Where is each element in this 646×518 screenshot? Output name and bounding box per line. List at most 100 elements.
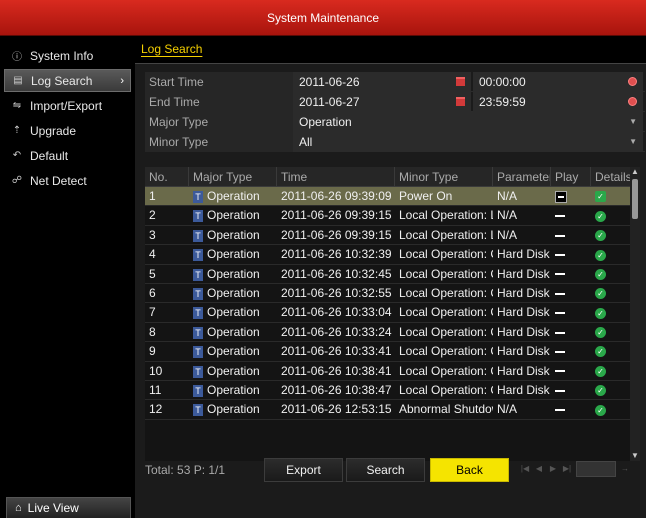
play-cell[interactable]	[551, 265, 591, 283]
tab-log-search[interactable]: Log Search	[141, 42, 202, 56]
details-cell[interactable]: ✓	[591, 226, 631, 244]
sidebar-item-label: Default	[30, 148, 69, 163]
details-cell[interactable]: ✓	[591, 342, 631, 360]
play-cell[interactable]	[551, 400, 591, 418]
play-icon[interactable]	[555, 331, 565, 334]
sidebar-item-upgrade[interactable]: ⇡ Upgrade	[4, 119, 131, 142]
details-cell[interactable]: ✓	[591, 284, 631, 302]
table-row[interactable]: 1 T Operation 2011-06-26 09:39:09 Power On N/…	[145, 187, 640, 207]
start-time-field[interactable]: 00:00:00	[473, 71, 643, 92]
details-icon[interactable]: ✓	[595, 191, 606, 203]
table-row[interactable]: 5 T Operation 2011-06-26 10:32:45 Local Oper…	[145, 265, 640, 284]
live-view-button[interactable]: ⌂ Live View	[6, 497, 131, 518]
play-icon[interactable]	[555, 254, 565, 256]
play-icon[interactable]	[555, 234, 565, 237]
sidebar-item-default[interactable]: ↶ Default	[4, 144, 131, 167]
details-cell[interactable]: ✓	[591, 245, 631, 263]
details-cell[interactable]: ✓	[591, 303, 631, 321]
sidebar-item-system-info[interactable]: ⓘ System Info	[4, 44, 131, 67]
details-cell[interactable]: ✓	[591, 362, 631, 380]
play-cell[interactable]	[551, 323, 591, 341]
play-cell[interactable]	[551, 206, 591, 224]
details-icon[interactable]: ✓	[595, 288, 606, 300]
play-icon[interactable]	[555, 273, 565, 276]
prev-page-icon[interactable]: ◀	[534, 464, 544, 474]
start-date-field[interactable]: 2011-06-26	[293, 71, 471, 92]
play-icon[interactable]	[555, 389, 565, 392]
calendar-icon[interactable]	[456, 76, 465, 86]
column-header-minor-type[interactable]: Minor Type	[395, 167, 493, 186]
table-row[interactable]: 10 T Operation 2011-06-26 10:38:41 Local Ope…	[145, 362, 640, 381]
play-icon[interactable]	[555, 312, 565, 315]
back-button[interactable]: Back	[430, 458, 509, 482]
play-cell[interactable]	[551, 381, 591, 399]
column-header-time[interactable]: Time	[277, 167, 395, 186]
calendar-icon[interactable]	[456, 96, 465, 106]
column-header-details[interactable]: Details	[591, 167, 631, 186]
minor-type-select[interactable]: All ▼	[293, 131, 643, 152]
details-icon[interactable]: ✓	[595, 230, 606, 242]
play-cell[interactable]	[551, 362, 591, 380]
scroll-down-icon[interactable]: ▼	[630, 451, 640, 461]
sidebar-item-import-export[interactable]: ⇋ Import/Export	[4, 94, 131, 117]
details-icon[interactable]: ✓	[595, 268, 606, 280]
scroll-thumb[interactable]	[632, 179, 638, 219]
search-button[interactable]: Search	[346, 458, 425, 482]
play-cell[interactable]	[551, 342, 591, 360]
details-icon[interactable]: ✓	[595, 404, 606, 416]
search-form: Start Time 2011-06-26 00:00:00 End Time …	[145, 71, 645, 152]
table-row[interactable]: 3 T Operation 2011-06-26 09:39:15 Local Oper…	[145, 226, 640, 246]
last-page-icon[interactable]: ▶|	[562, 464, 572, 474]
details-icon[interactable]: ✓	[595, 307, 606, 319]
end-time-field[interactable]: 23:59:59	[473, 91, 643, 112]
table-row[interactable]: 12 T Operation 2011-06-26 12:53:15 Abnormal …	[145, 400, 640, 420]
column-header-no[interactable]: No.	[145, 167, 189, 186]
sidebar-item-net-detect[interactable]: ☍ Net Detect	[4, 169, 131, 192]
play-cell[interactable]	[551, 303, 591, 321]
details-icon[interactable]: ✓	[595, 249, 606, 261]
play-cell[interactable]	[551, 245, 591, 263]
play-icon[interactable]	[555, 350, 565, 353]
column-header-parameter[interactable]: Parameter	[493, 167, 551, 186]
details-cell[interactable]: ✓	[591, 400, 631, 418]
details-cell[interactable]: ✓	[591, 323, 631, 341]
clock-icon[interactable]	[628, 76, 637, 86]
details-icon[interactable]: ✓	[595, 365, 606, 377]
table-row[interactable]: 7 T Operation 2011-06-26 10:33:04 Local Oper…	[145, 303, 640, 323]
details-cell[interactable]: ✓	[591, 187, 631, 205]
table-row[interactable]: 2 T Operation 2011-06-26 09:39:15 Local Oper…	[145, 206, 640, 226]
details-icon[interactable]: ✓	[595, 327, 606, 339]
table-row[interactable]: 11 T Operation 2011-06-26 10:38:47 Local Ope…	[145, 381, 640, 401]
export-button[interactable]: Export	[264, 458, 343, 482]
first-page-icon[interactable]: |◀	[520, 464, 530, 474]
details-icon[interactable]: ✓	[595, 346, 606, 358]
table-row[interactable]: 9 T Operation 2011-06-26 10:33:41 Local Oper…	[145, 342, 640, 362]
clock-icon[interactable]	[628, 96, 637, 106]
play-icon[interactable]	[555, 409, 565, 412]
go-page-icon[interactable]: →	[620, 464, 630, 474]
play-icon[interactable]	[555, 292, 565, 295]
vertical-scrollbar[interactable]: ▲ ▼	[630, 167, 640, 461]
play-icon[interactable]	[555, 190, 567, 203]
play-cell[interactable]	[551, 284, 591, 302]
table-row[interactable]: 4 T Operation 2011-06-26 10:32:39 Local Oper…	[145, 245, 640, 265]
end-date-field[interactable]: 2011-06-27	[293, 91, 471, 112]
table-row[interactable]: 8 T Operation 2011-06-26 10:33:24 Local Oper…	[145, 323, 640, 343]
sidebar-item-log-search[interactable]: ▤ Log Search ›	[4, 69, 131, 92]
play-icon[interactable]	[555, 215, 565, 218]
details-cell[interactable]: ✓	[591, 206, 631, 224]
details-cell[interactable]: ✓	[591, 265, 631, 283]
play-icon[interactable]	[555, 370, 565, 373]
details-icon[interactable]: ✓	[595, 385, 606, 397]
major-type-select[interactable]: Operation ▼	[293, 111, 643, 132]
column-header-play[interactable]: Play	[551, 167, 591, 186]
next-page-icon[interactable]: ▶	[548, 464, 558, 474]
details-icon[interactable]: ✓	[595, 210, 606, 222]
page-input[interactable]	[576, 461, 616, 477]
play-cell[interactable]	[551, 226, 591, 244]
details-cell[interactable]: ✓	[591, 381, 631, 399]
scroll-up-icon[interactable]: ▲	[630, 167, 640, 177]
play-cell[interactable]	[551, 187, 591, 205]
column-header-major-type[interactable]: Major Type	[189, 167, 277, 186]
table-row[interactable]: 6 T Operation 2011-06-26 10:32:55 Local Oper…	[145, 284, 640, 304]
